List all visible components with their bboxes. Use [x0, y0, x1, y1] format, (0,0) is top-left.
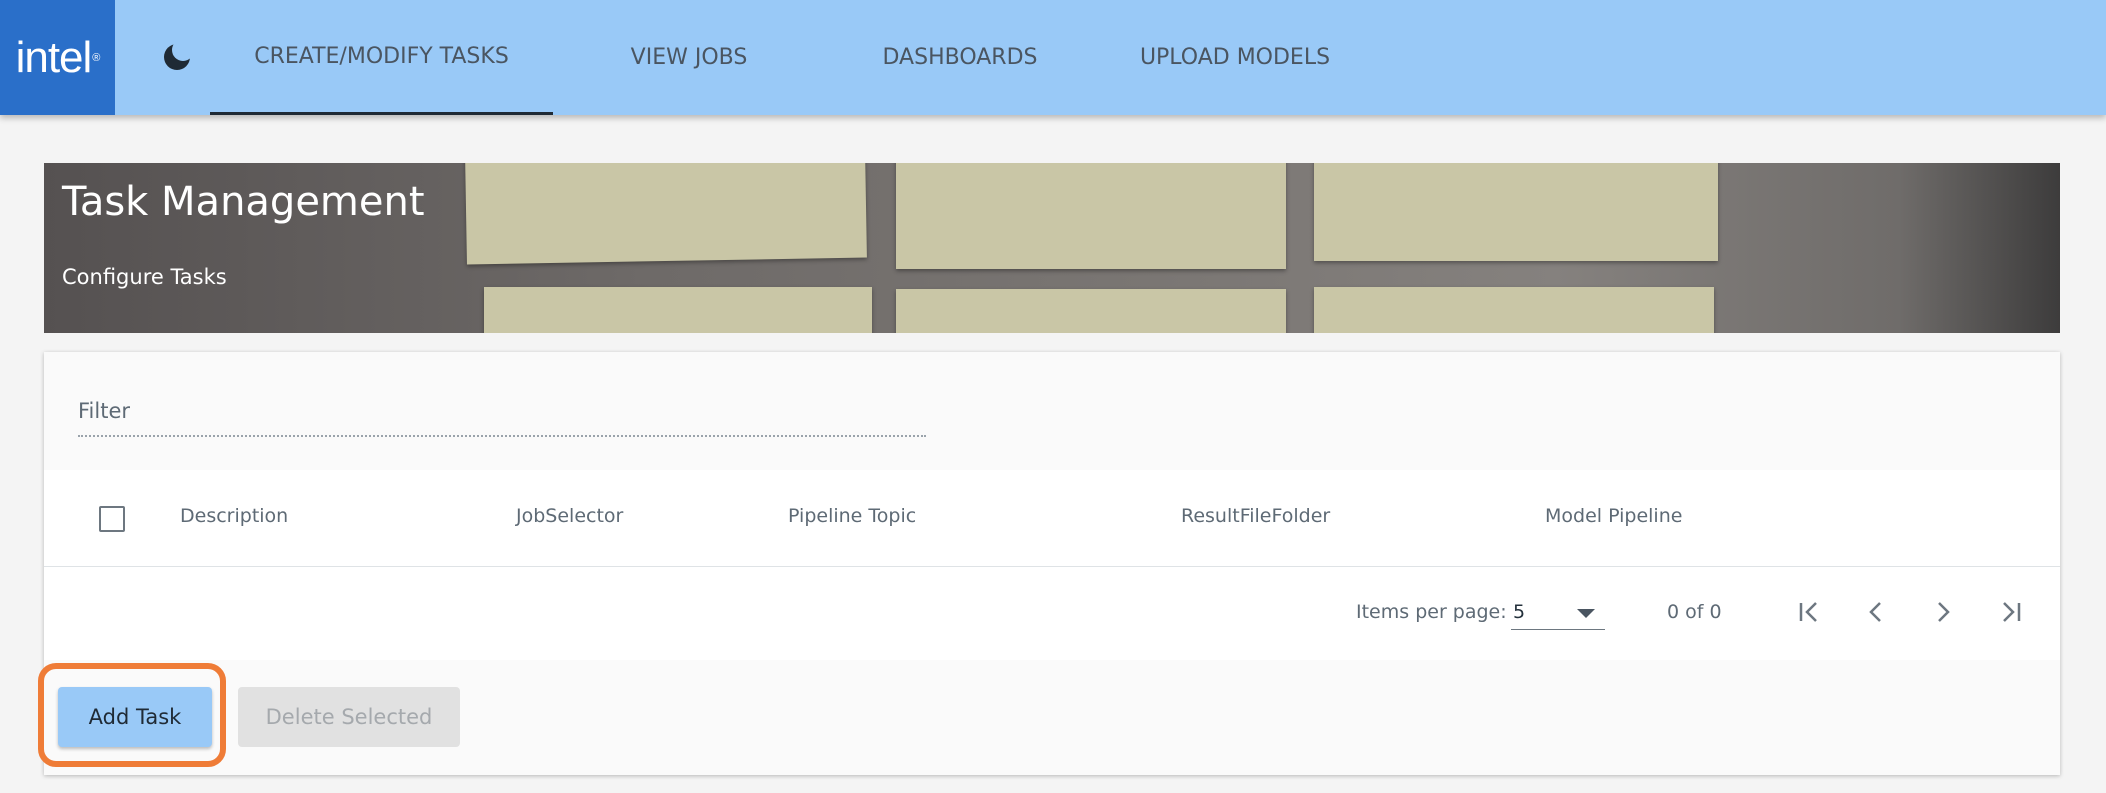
- banner-sticky-note: [1314, 163, 1718, 261]
- first-page-button[interactable]: [1786, 589, 1832, 635]
- caret-down-icon: [1577, 609, 1595, 618]
- theme-toggle-button[interactable]: [155, 35, 199, 79]
- top-nav-bar: intel ® CREATE/MODIFY TASKS VIEW JOBS DAS…: [0, 0, 2106, 115]
- page-banner: Task Management Configure Tasks: [44, 163, 2060, 333]
- chevron-right-icon: [1938, 602, 1950, 622]
- moon-icon: [164, 40, 194, 70]
- table-header-row: Description JobSelector Pipeline Topic R…: [44, 470, 2060, 567]
- chevron-left-icon: [1869, 602, 1881, 622]
- banner-sticky-note: [484, 287, 872, 333]
- add-task-button[interactable]: Add Task: [58, 687, 212, 747]
- tab-create-modify-tasks[interactable]: CREATE/MODIFY TASKS: [210, 0, 553, 115]
- tab-label: VIEW JOBS: [630, 45, 748, 70]
- column-header-pipeline-topic[interactable]: Pipeline Topic: [788, 505, 916, 527]
- filter-input-underline: [78, 435, 926, 437]
- tab-label: DASHBOARDS: [882, 45, 1038, 70]
- tab-label: CREATE/MODIFY TASKS: [254, 43, 509, 69]
- tab-label: UPLOAD MODELS: [1139, 45, 1331, 70]
- banner-sticky-note: [465, 163, 867, 265]
- banner-sticky-note: [896, 289, 1286, 333]
- banner-sticky-note: [1314, 287, 1714, 333]
- items-per-page-label: Items per page:: [1356, 601, 1507, 623]
- tab-upload-models[interactable]: UPLOAD MODELS: [1120, 0, 1350, 115]
- page-title: Task Management: [62, 179, 425, 225]
- logo-text: intel: [15, 32, 93, 82]
- last-page-button[interactable]: [1988, 589, 2034, 635]
- first-page-icon: [1799, 602, 1817, 622]
- paginator: Items per page: 5 0 of 0: [44, 567, 2060, 660]
- banner-sticky-note: [896, 163, 1286, 269]
- column-header-description[interactable]: Description: [180, 505, 288, 527]
- items-per-page-select[interactable]: 5: [1511, 595, 1605, 630]
- delete-selected-button[interactable]: Delete Selected: [238, 687, 460, 747]
- column-header-jobselector[interactable]: JobSelector: [516, 505, 623, 527]
- next-page-button[interactable]: [1920, 589, 1966, 635]
- items-per-page-value: 5: [1513, 601, 1526, 623]
- page-subtitle: Configure Tasks: [62, 265, 227, 289]
- filter-input[interactable]: Filter: [78, 399, 130, 423]
- page-range-label: 0 of 0: [1667, 601, 1722, 623]
- select-all-checkbox[interactable]: [99, 506, 125, 532]
- last-page-icon: [2003, 602, 2021, 622]
- column-header-resultfilefolder[interactable]: ResultFileFolder: [1181, 505, 1330, 527]
- column-header-model-pipeline[interactable]: Model Pipeline: [1545, 505, 1682, 527]
- task-table-card: Filter Description JobSelector Pipeline …: [44, 352, 2060, 775]
- intel-logo[interactable]: intel ®: [0, 0, 115, 115]
- tab-dashboards[interactable]: DASHBOARDS: [860, 0, 1060, 115]
- logo-registered-mark: ®: [92, 51, 100, 64]
- tab-view-jobs[interactable]: VIEW JOBS: [592, 0, 786, 115]
- previous-page-button[interactable]: [1853, 589, 1899, 635]
